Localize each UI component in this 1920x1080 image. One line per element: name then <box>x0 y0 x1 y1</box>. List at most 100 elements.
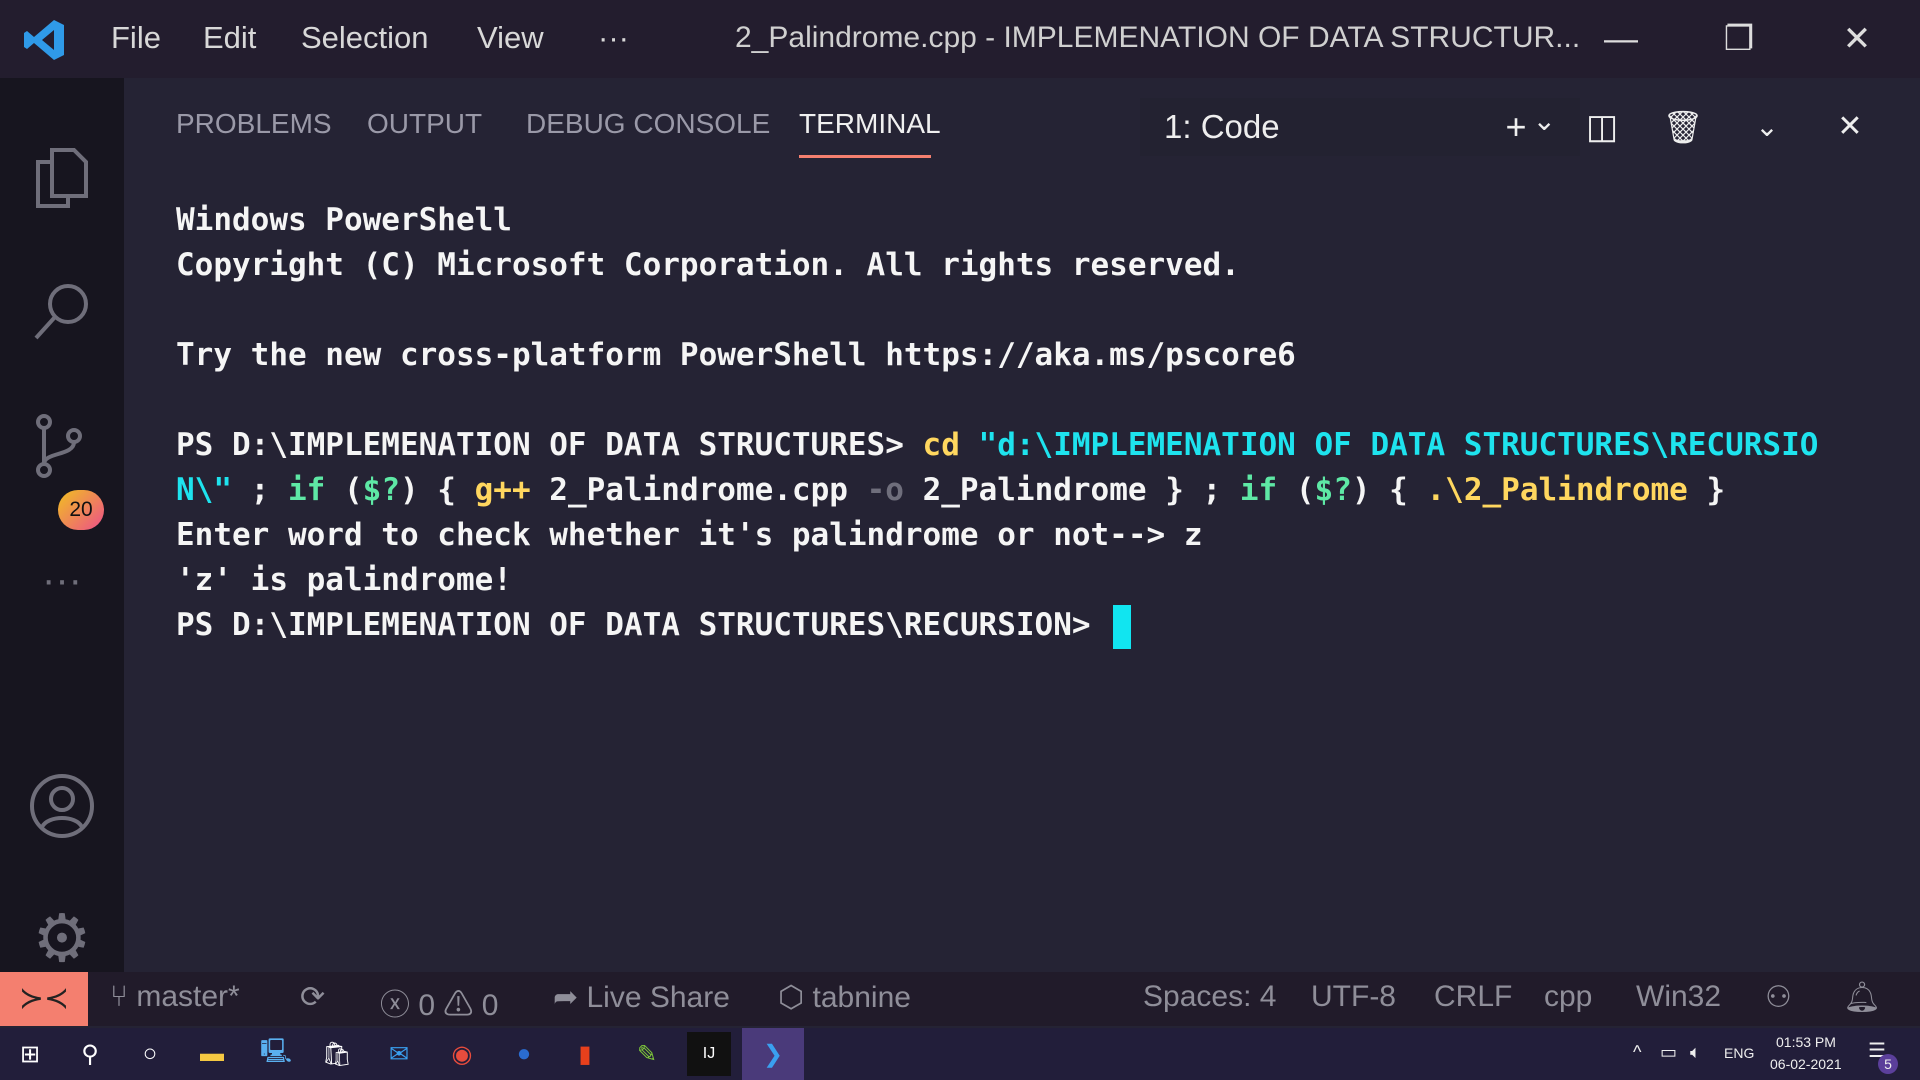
app-icon[interactable]: ● <box>502 1032 546 1076</box>
terminal-line: Enter word to check whether it's palindr… <box>176 517 1203 553</box>
trash-icon[interactable]: 🗑 <box>1658 102 1708 152</box>
cmd-gpp: g++ <box>474 472 531 508</box>
mail-icon[interactable]: ✉ <box>377 1032 421 1076</box>
cmd-out: 2_Palindrome } ; <box>903 472 1240 508</box>
input-language[interactable]: ENG <box>1724 1045 1754 1061</box>
clock-time[interactable]: 01:53 PM <box>1776 1034 1836 1050</box>
cmd-sep: ; <box>232 472 288 508</box>
cmd-path: "d:\IMPLEMENATION OF DATA STRUCTURES\REC… <box>959 427 1819 463</box>
cmd-cd: cd <box>922 427 960 463</box>
cmd-status-var: $? <box>1314 472 1352 508</box>
search-icon[interactable]: ⚲ <box>68 1032 112 1076</box>
restore-button[interactable]: ❐ <box>1714 14 1764 64</box>
split-terminal-icon[interactable]: ◫ <box>1577 102 1627 152</box>
cmd-exe: .\2_Palindrome <box>1426 472 1688 508</box>
volume-icon[interactable]: 🔈︎ <box>1690 1042 1701 1063</box>
tabnine-item[interactable]: ⬡ tabnine <box>778 980 911 1015</box>
sync-icon[interactable]: ⟳ <box>300 980 325 1015</box>
menu-view[interactable]: View <box>477 20 544 56</box>
platform-item[interactable]: Win32 <box>1636 980 1721 1014</box>
terminal-line: Copyright (C) Microsoft Corporation. All… <box>176 247 1240 283</box>
liveshare-item[interactable]: ➦ Live Share <box>553 980 730 1015</box>
close-window-button[interactable]: ✕ <box>1832 14 1882 64</box>
language-item[interactable]: cpp <box>1544 980 1592 1014</box>
menu-more[interactable]: ··· <box>598 20 629 56</box>
cmd-close: } <box>1687 472 1726 508</box>
problems-item[interactable]: ⓧ 0 ⚠ 0 <box>380 980 498 1024</box>
accounts-icon[interactable] <box>24 768 100 844</box>
notification-count: 5 <box>1878 1054 1898 1074</box>
terminal-line: Try the new cross-platform PowerShell ht… <box>176 337 1296 373</box>
cmd-option: -o <box>866 472 904 508</box>
terminal-output[interactable]: Windows PowerShell Copyright (C) Microso… <box>176 198 1818 649</box>
warning-icon: ⚠ <box>443 989 482 1022</box>
indentation-item[interactable]: Spaces: 4 <box>1143 980 1276 1014</box>
cmd-file: 2_Palindrome.cpp <box>530 472 867 508</box>
branch-item[interactable]: ⑂ master* <box>110 980 240 1014</box>
tabnine-icon: ⬡ <box>778 981 813 1014</box>
cmd-paren: ( <box>325 472 363 508</box>
warning-count: 0 <box>481 989 499 1022</box>
cmd-if: if <box>1239 472 1278 508</box>
cmd-status-var: $? <box>362 472 400 508</box>
menu-edit[interactable]: Edit <box>203 20 256 56</box>
remote-button[interactable]: ≻≺ <box>0 972 88 1026</box>
tab-terminal[interactable]: TERMINAL <box>799 108 941 140</box>
window-title: 2_Palindrome.cpp - IMPLEMENATION OF DATA… <box>735 21 1581 54</box>
windows-start-icon[interactable]: ⊞ <box>8 1032 52 1076</box>
feedback-icon[interactable]: ⚇ <box>1765 980 1792 1015</box>
store-icon[interactable]: 🛍 <box>315 1032 359 1076</box>
tab-problems[interactable]: PROBLEMS <box>176 108 332 140</box>
battery-icon[interactable]: ▭ <box>1660 1042 1677 1063</box>
liveshare-label: Live Share <box>586 981 730 1014</box>
vscode-logo-icon[interactable] <box>22 18 66 62</box>
office-icon[interactable]: ▮ <box>563 1032 607 1076</box>
search-icon[interactable] <box>24 274 100 350</box>
prompt: PS D:\IMPLEMENATION OF DATA STRUCTURES\R… <box>176 607 1110 643</box>
new-terminal-icon[interactable]: + <box>1491 102 1541 152</box>
minimize-button[interactable]: — <box>1596 14 1646 64</box>
terminal-select-value: 1: Code <box>1164 108 1280 145</box>
terminal-line: 'z' is palindrome! <box>176 562 512 598</box>
explorer-icon[interactable] <box>24 140 100 216</box>
close-panel-icon[interactable]: ✕ <box>1825 102 1875 152</box>
menu-file[interactable]: File <box>111 20 161 56</box>
more-icon[interactable]: ··· <box>24 542 100 618</box>
menu-selection[interactable]: Selection <box>301 20 429 56</box>
error-count: 0 <box>418 989 436 1022</box>
share-icon: ➦ <box>553 981 587 1014</box>
encoding-item[interactable]: UTF-8 <box>1311 980 1396 1014</box>
vscode-taskbar-icon[interactable]: ❯ <box>742 1028 804 1080</box>
title-bar: File Edit Selection View ··· 2_Palindrom… <box>0 0 1920 78</box>
active-tab-indicator <box>799 155 931 158</box>
cmd-brace: ) { <box>399 472 475 508</box>
cmd-paren: ( <box>1277 472 1315 508</box>
branch-name: master* <box>136 980 240 1013</box>
activity-bar: 20 ··· ⚙ <box>0 78 124 975</box>
clock-date[interactable]: 06-02-2021 <box>1770 1056 1842 1072</box>
cmd-path-cont: N\" <box>176 472 232 508</box>
scm-badge: 20 <box>58 490 104 530</box>
error-icon: ⓧ <box>380 989 419 1022</box>
taskbar: ⊞ ⚲ ○ ▬ 🖳 🛍 ✉ ◉ ● ▮ ✎ IJ ❯ ^ ▭ 🔈︎ ENG 01… <box>0 1028 1920 1080</box>
maximize-panel-chevron-icon[interactable]: ⌄ <box>1742 102 1792 152</box>
git-branch-icon: ⑂ <box>110 980 137 1013</box>
status-bar: ≻≺ ⑂ master* ⟳ ⓧ 0 ⚠ 0 ➦ Live Share ⬡ ta… <box>0 972 1920 1026</box>
settings-gear-icon[interactable]: ⚙ <box>24 900 100 976</box>
notepadpp-icon[interactable]: ✎ <box>625 1032 669 1076</box>
this-pc-icon[interactable]: 🖳 <box>254 1032 298 1076</box>
cortana-icon[interactable]: ○ <box>128 1032 172 1076</box>
intellij-icon[interactable]: IJ <box>687 1032 731 1076</box>
terminal-cursor <box>1113 604 1132 649</box>
tabnine-label: tabnine <box>812 981 911 1014</box>
tab-debug-console[interactable]: DEBUG CONSOLE <box>526 108 770 140</box>
file-explorer-icon[interactable]: ▬ <box>190 1032 234 1076</box>
chrome-icon[interactable]: ◉ <box>440 1032 484 1076</box>
cmd-brace: ) { <box>1351 472 1427 508</box>
eol-item[interactable]: CRLF <box>1434 980 1512 1014</box>
tab-output[interactable]: OUTPUT <box>367 108 482 140</box>
cmd-if: if <box>288 472 326 508</box>
tray-chevron-icon[interactable]: ^ <box>1633 1042 1641 1063</box>
bell-icon[interactable]: 🔔︎ <box>1843 980 1881 1015</box>
source-control-icon[interactable] <box>24 408 100 484</box>
